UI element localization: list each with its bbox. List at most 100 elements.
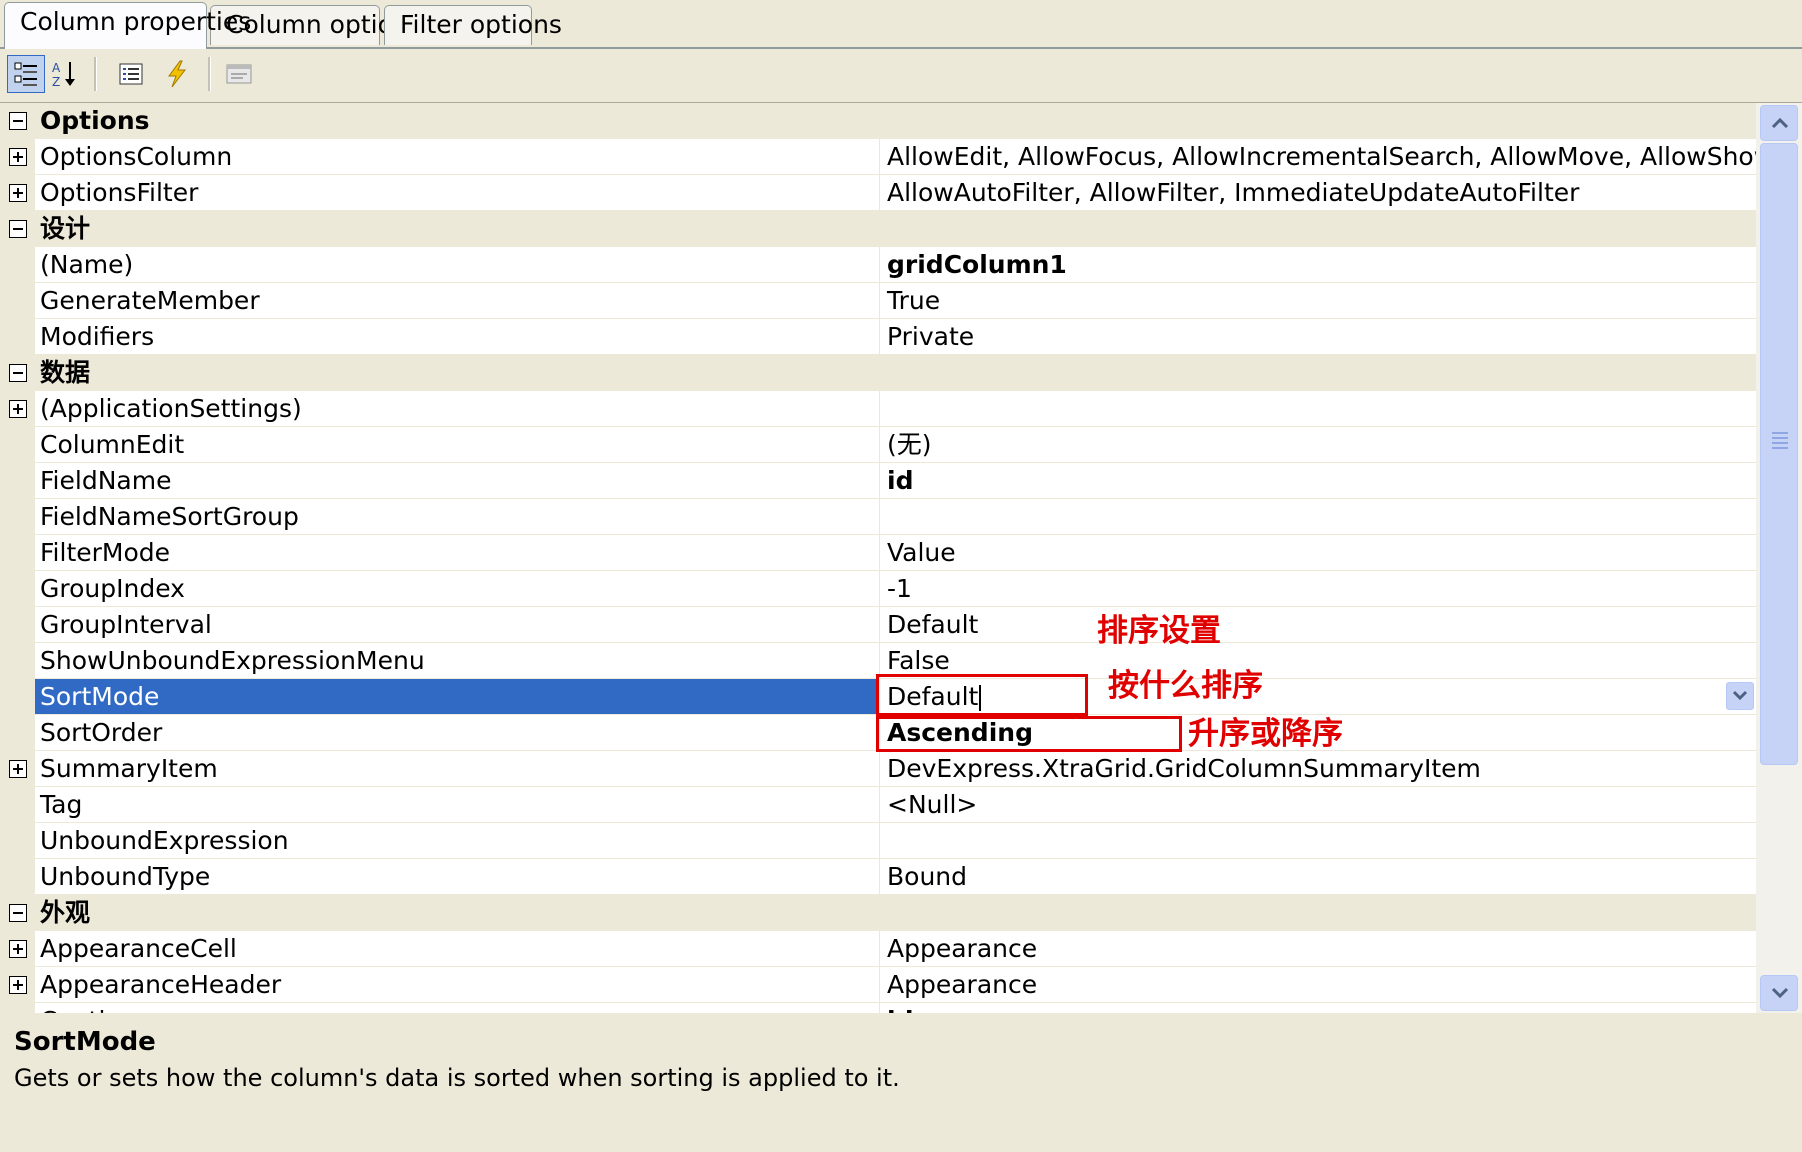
categorized-view-icon bbox=[14, 62, 37, 86]
property-value[interactable]: -1 bbox=[880, 571, 1756, 607]
property-row[interactable]: OptionsColumn AllowEdit, AllowFocus, All… bbox=[0, 139, 1756, 175]
property-value[interactable]: Bound bbox=[880, 859, 1756, 895]
description-title: SortMode bbox=[14, 1027, 156, 1057]
property-name: GroupInterval bbox=[35, 607, 880, 643]
property-value[interactable] bbox=[880, 499, 1756, 535]
property-name: FieldNameSortGroup bbox=[35, 499, 880, 535]
property-value[interactable]: Value bbox=[880, 535, 1756, 571]
property-value[interactable]: AllowAutoFilter, AllowFilter, ImmediateU… bbox=[880, 175, 1756, 211]
property-name: SortMode bbox=[35, 679, 880, 715]
properties-button[interactable] bbox=[112, 55, 150, 93]
property-row[interactable]: UnboundType Bound bbox=[0, 859, 1756, 895]
expand-icon[interactable] bbox=[9, 400, 27, 418]
property-value[interactable]: True bbox=[880, 283, 1756, 319]
property-pages-button[interactable] bbox=[220, 55, 258, 93]
property-name: ShowUnboundExpressionMenu bbox=[35, 643, 880, 679]
property-row[interactable]: UnboundExpression bbox=[0, 823, 1756, 859]
property-name: (ApplicationSettings) bbox=[35, 391, 880, 427]
property-value[interactable]: Appearance bbox=[880, 931, 1756, 967]
tab-strip: Column properties Column options Filter … bbox=[0, 0, 1802, 50]
events-lightning-icon bbox=[168, 60, 187, 88]
property-grid[interactable]: Options OptionsColumn AllowEdit, AllowFo… bbox=[0, 102, 1802, 1014]
annotation-sort-settings: 排序设置 bbox=[1097, 613, 1221, 649]
property-name: GenerateMember bbox=[35, 283, 880, 319]
property-row[interactable]: AppearanceHeader Appearance bbox=[0, 967, 1756, 1003]
expand-icon[interactable] bbox=[9, 148, 27, 166]
property-name: SummaryItem bbox=[35, 751, 880, 787]
property-toolbar: A Z bbox=[0, 49, 1802, 101]
expand-icon[interactable] bbox=[9, 184, 27, 202]
collapse-icon[interactable] bbox=[9, 904, 27, 922]
property-name: AppearanceCell bbox=[35, 931, 880, 967]
tab-column-properties[interactable]: Column properties bbox=[4, 2, 251, 49]
scroll-thumb[interactable] bbox=[1760, 143, 1798, 765]
property-name: FilterMode bbox=[35, 535, 880, 571]
property-value[interactable] bbox=[880, 391, 1756, 427]
tab-filter-options[interactable]: Filter options bbox=[384, 5, 562, 45]
property-value[interactable]: (无) bbox=[880, 427, 1756, 463]
property-row[interactable]: GroupIndex -1 bbox=[0, 571, 1756, 607]
property-value[interactable]: Default bbox=[880, 607, 1756, 643]
expand-icon[interactable] bbox=[9, 940, 27, 958]
category-label: 数据 bbox=[35, 355, 1756, 391]
property-name: (Name) bbox=[35, 247, 880, 283]
property-row[interactable]: GroupInterval Default bbox=[0, 607, 1756, 643]
category-data[interactable]: 数据 bbox=[0, 355, 1756, 391]
category-options[interactable]: Options bbox=[0, 103, 1756, 139]
annotation-asc-or-desc: 升序或降序 bbox=[1188, 716, 1343, 752]
property-value[interactable]: <Null> bbox=[880, 787, 1756, 823]
vertical-scrollbar[interactable] bbox=[1756, 103, 1802, 1013]
property-name: UnboundType bbox=[35, 859, 880, 895]
dropdown-button[interactable] bbox=[1726, 682, 1754, 710]
property-row[interactable]: (ApplicationSettings) bbox=[0, 391, 1756, 427]
property-value[interactable] bbox=[880, 823, 1756, 859]
property-value[interactable]: Private bbox=[880, 319, 1756, 355]
expand-icon[interactable] bbox=[9, 976, 27, 994]
toolbar-separator bbox=[208, 57, 211, 91]
alphabetical-sort-icon: A Z bbox=[52, 61, 75, 89]
svg-text:A: A bbox=[52, 61, 61, 75]
description-panel: SortMode Gets or sets how the column's d… bbox=[0, 1013, 1802, 1152]
property-row[interactable]: (Name) gridColumn1 bbox=[0, 247, 1756, 283]
scroll-up-button[interactable] bbox=[1760, 105, 1798, 141]
property-row[interactable]: SummaryItem DevExpress.XtraGrid.GridColu… bbox=[0, 751, 1756, 787]
property-value[interactable]: Appearance bbox=[880, 967, 1756, 1003]
expand-icon[interactable] bbox=[9, 760, 27, 778]
property-row[interactable]: GenerateMember True bbox=[0, 283, 1756, 319]
categorized-button[interactable] bbox=[7, 55, 45, 93]
properties-list-icon bbox=[119, 63, 143, 85]
events-button[interactable] bbox=[158, 55, 196, 93]
property-name: SortOrder bbox=[35, 715, 880, 751]
property-value[interactable]: DevExpress.XtraGrid.GridColumnSummaryIte… bbox=[880, 751, 1756, 787]
property-name: UnboundExpression bbox=[35, 823, 880, 859]
collapse-icon[interactable] bbox=[9, 220, 27, 238]
annotation-box-sortorder bbox=[876, 716, 1182, 752]
property-row[interactable]: FieldNameSortGroup bbox=[0, 499, 1756, 535]
property-row[interactable]: FilterMode Value bbox=[0, 535, 1756, 571]
property-row[interactable]: Modifiers Private bbox=[0, 319, 1756, 355]
property-name: AppearanceHeader bbox=[35, 967, 880, 1003]
property-name: Tag bbox=[35, 787, 880, 823]
property-name: GroupIndex bbox=[35, 571, 880, 607]
property-value[interactable]: AllowEdit, AllowFocus, AllowIncrementalS… bbox=[880, 139, 1756, 175]
collapse-icon[interactable] bbox=[9, 112, 27, 130]
property-name: FieldName bbox=[35, 463, 880, 499]
property-value[interactable]: gridColumn1 bbox=[880, 247, 1756, 283]
alphabetical-button[interactable]: A Z bbox=[46, 55, 84, 93]
chevron-up-icon bbox=[1771, 117, 1789, 129]
category-appearance[interactable]: 外观 bbox=[0, 895, 1756, 931]
property-value[interactable]: id bbox=[880, 463, 1756, 499]
annotation-sort-by-what: 按什么排序 bbox=[1108, 668, 1263, 704]
property-row[interactable]: Tag <Null> bbox=[0, 787, 1756, 823]
property-name: Modifiers bbox=[35, 319, 880, 355]
chevron-down-icon bbox=[1732, 690, 1748, 701]
category-label: 外观 bbox=[35, 895, 1756, 931]
property-row[interactable]: OptionsFilter AllowAutoFilter, AllowFilt… bbox=[0, 175, 1756, 211]
category-design[interactable]: 设计 bbox=[0, 211, 1756, 247]
property-name: ColumnEdit bbox=[35, 427, 880, 463]
scroll-down-button[interactable] bbox=[1760, 975, 1798, 1011]
collapse-icon[interactable] bbox=[9, 364, 27, 382]
property-row[interactable]: FieldName id bbox=[0, 463, 1756, 499]
property-row[interactable]: AppearanceCell Appearance bbox=[0, 931, 1756, 967]
property-row[interactable]: ColumnEdit (无) bbox=[0, 427, 1756, 463]
